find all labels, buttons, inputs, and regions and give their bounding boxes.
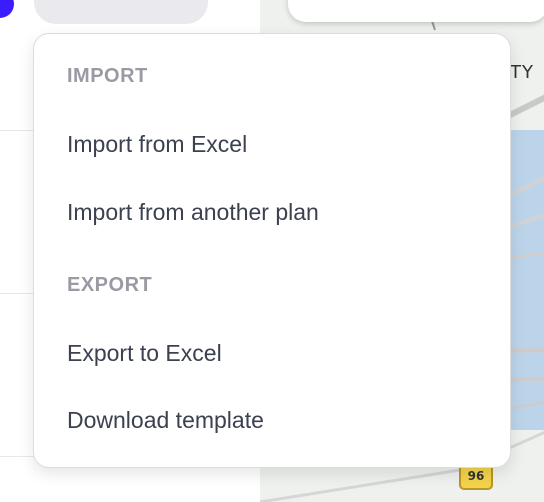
section-header-export: EXPORT [67, 274, 153, 296]
menu-item-import-from-another-plan[interactable]: Import from another plan [67, 192, 498, 232]
toolbar-pill-button[interactable] [34, 0, 208, 24]
menu-item-download-template[interactable]: Download template [67, 400, 498, 440]
menu-item-import-from-excel[interactable]: Import from Excel [67, 124, 498, 164]
section-header-import: IMPORT [67, 65, 148, 87]
menu-item-export-to-excel[interactable]: Export to Excel [67, 333, 498, 373]
avatar[interactable] [0, 0, 14, 18]
import-export-menu: IMPORT Import from Excel Import from ano… [33, 33, 511, 468]
map-search-box[interactable] [288, 0, 544, 22]
map-place-label: TY [510, 62, 534, 83]
